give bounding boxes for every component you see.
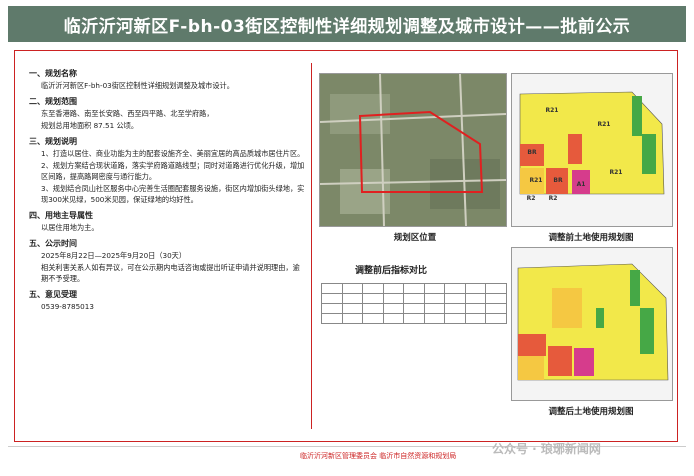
parcel-label: R21 [529, 176, 543, 184]
section-paragraph: 临沂沂河新区F-bh-03街区控制性详细规划调整及城市设计。 [41, 81, 234, 90]
table-header-cell [485, 283, 507, 294]
section-paragraph: 以居住用地为主。 [41, 223, 99, 232]
parcel-label: A1 [576, 180, 586, 188]
section-2: 二、规划范围 东至香港路、南至长安路、西至四平路、北至学府路， 规划总用地面积 … [29, 96, 305, 131]
watermark: 公众号 · 琅琊新闻网 [492, 442, 601, 456]
parcel-label: R21 [609, 168, 623, 176]
table-header-cell [423, 283, 446, 294]
table-cell [321, 293, 343, 304]
section-1: 一、规划名称 临沂沂河新区F-bh-03街区控制性详细规划调整及城市设计。 [29, 68, 305, 91]
land-use-after-label: 调整后土地使用规划图 [548, 407, 634, 417]
table-header-cell [362, 283, 384, 294]
table-cell [403, 313, 425, 324]
indicator-table-title: 调整前后指标对比 [355, 266, 428, 276]
table-row [321, 313, 507, 324]
section-heading: 五、公示时间 [29, 239, 77, 248]
table-cell [362, 313, 384, 324]
section-paragraph: 相关利害关系人如有异议，可在公示期内电话咨询或提出听证申请并说明理由，逾期不予受… [41, 263, 300, 283]
table-cell [382, 293, 405, 304]
section-paragraph: 0539-8785013 [41, 302, 94, 311]
table-cell [321, 313, 343, 324]
table-header-cell [382, 283, 405, 294]
location-map-label: 规划区位置 [393, 233, 437, 243]
parcel-label: R2 [526, 194, 536, 202]
table-header-cell [321, 283, 343, 294]
section-4: 四、用地主导属性 以居住用地为主。 [29, 210, 305, 233]
section-paragraph: 2、规划方案结合现状道路，落实学府路道路线型；同时对道路进行优化升级，增加区间路… [41, 161, 305, 181]
section-heading: 一、规划名称 [29, 69, 77, 78]
table-header-cell [464, 283, 487, 294]
table-cell [423, 293, 446, 304]
section-paragraph: 规划总用地面积 87.51 公顷。 [41, 121, 139, 130]
parcel-label: R21 [545, 106, 559, 114]
table-cell [485, 293, 507, 304]
table-cell [464, 293, 487, 304]
table-row [321, 293, 507, 304]
table-cell [362, 293, 384, 304]
land-use-before-map: R21 BR R21 R21 BR R21 A1 R2 R2 [511, 73, 673, 227]
table-cell [362, 303, 384, 314]
section-paragraph: 1、打造以居住、商业功能为主的配套设施齐全、美丽宜居的高品质城市居住片区。 [41, 149, 305, 158]
table-cell [321, 303, 343, 314]
table-cell [464, 303, 487, 314]
banner-title: 临沂沂河新区F-bh-03街区控制性详细规划调整及城市设计——批前公示 [63, 16, 631, 37]
table-header-cell [444, 283, 466, 294]
footer-text: 临沂沂河新区管理委员会 临沂市自然资源和规划局 [300, 452, 457, 460]
section-heading: 四、用地主导属性 [29, 211, 93, 220]
parcel-label: R21 [597, 120, 611, 128]
notice-text-column: 一、规划名称 临沂沂河新区F-bh-03街区控制性详细规划调整及城市设计。 二、… [29, 63, 305, 313]
table-cell [464, 313, 487, 324]
poster-frame: 临沂沂河新区F-bh-03街区控制性详细规划调整及城市设计——批前公示 一、规划… [8, 6, 686, 470]
table-cell [382, 303, 405, 314]
table-header-cell [403, 283, 425, 294]
section-paragraph: 3、规划结合凤山社区服务中心完善生活圈配套服务设施，街区内增加街头绿地，实现30… [41, 184, 305, 204]
land-use-after-svg [512, 248, 672, 400]
table-cell [444, 303, 466, 314]
section-heading: 五、意见受理 [29, 290, 77, 299]
table-cell [403, 293, 425, 304]
parcel-label: BR [527, 148, 537, 156]
table-cell [423, 313, 446, 324]
section-heading: 三、规划说明 [29, 137, 77, 146]
table-cell [403, 303, 425, 314]
title-banner: 临沂沂河新区F-bh-03街区控制性详细规划调整及城市设计——批前公示 [8, 6, 686, 42]
table-cell [341, 313, 364, 324]
land-use-after-map [511, 247, 673, 401]
notice-board: 一、规划名称 临沂沂河新区F-bh-03街区控制性详细规划调整及城市设计。 二、… [14, 50, 678, 442]
table-cell [485, 313, 507, 324]
parcel-label: R2 [548, 194, 558, 202]
section-3: 三、规划说明 1、打造以居住、商业功能为主的配套设施齐全、美丽宜居的高品质城市居… [29, 136, 305, 205]
table-cell [423, 303, 446, 314]
table-cell [444, 313, 466, 324]
location-map-svg [320, 74, 506, 226]
table-cell [485, 303, 507, 314]
location-map [319, 73, 507, 227]
section-heading: 二、规划范围 [29, 97, 77, 106]
land-use-before-label: 调整前土地使用规划图 [548, 233, 634, 243]
section-5: 五、公示时间 2025年8月22日—2025年9月20日（30天） 相关利害关系… [29, 238, 305, 284]
parcel-label: BR [553, 176, 563, 184]
table-cell [341, 293, 364, 304]
indicator-table [321, 283, 507, 324]
table-row [321, 303, 507, 314]
column-divider [311, 63, 312, 429]
section-6: 五、意见受理 0539-8785013 [29, 289, 305, 312]
table-cell [382, 313, 405, 324]
table-cell [341, 303, 364, 314]
section-paragraph: 东至香港路、南至长安路、西至四平路、北至学府路， [41, 109, 214, 118]
section-paragraph: 2025年8月22日—2025年9月20日（30天） [41, 251, 187, 260]
table-header-cell [341, 283, 364, 294]
table-header-row [321, 283, 507, 294]
table-cell [444, 293, 466, 304]
